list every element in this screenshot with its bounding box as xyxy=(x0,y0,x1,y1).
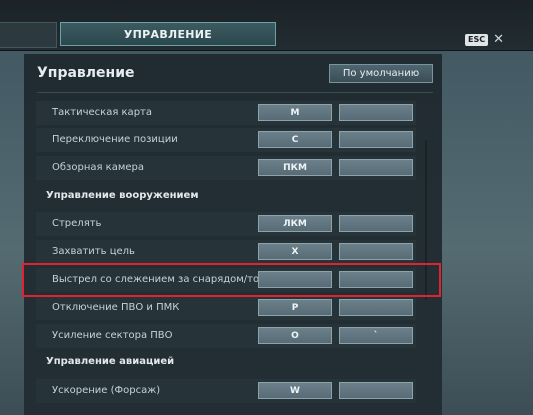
secondary-key-button[interactable] xyxy=(339,159,413,176)
section-header-aviation: Управление авиацией xyxy=(46,356,175,367)
primary-key-button[interactable]: X xyxy=(258,243,332,260)
tab-controls[interactable]: УПРАВЛЕНИЕ xyxy=(60,22,276,46)
secondary-key-button[interactable] xyxy=(339,382,413,399)
keybind-row-aa-sector: Усиление сектора ПВО O ` xyxy=(36,324,416,348)
row-label: Отключение ПВО и ПМК xyxy=(52,302,180,313)
divider xyxy=(37,92,433,93)
primary-key-button[interactable]: ЛКМ xyxy=(258,215,332,232)
secondary-key-button[interactable] xyxy=(339,299,413,316)
row-label: Тактическая карта xyxy=(52,107,152,118)
row-label: Захватить цель xyxy=(52,246,135,257)
esc-key-badge: ESC xyxy=(465,34,489,46)
close-icon[interactable]: ✕ xyxy=(493,33,504,46)
keybind-row-boost: Ускорение (Форсаж) W xyxy=(36,379,416,403)
secondary-key-button[interactable] xyxy=(339,104,413,121)
keybind-row-switch-position: Переключение позиции C xyxy=(36,128,416,152)
reset-defaults-button[interactable]: По умолчанию xyxy=(329,64,433,83)
close-control[interactable]: ESC ✕ xyxy=(465,33,504,46)
keybind-row-disable-aa: Отключение ПВО и ПМК P xyxy=(36,296,416,320)
primary-key-button[interactable] xyxy=(258,271,332,288)
row-label: Стрелять xyxy=(52,218,102,229)
keybind-row-fire: Стрелять ЛКМ xyxy=(36,212,416,236)
secondary-key-button[interactable] xyxy=(339,215,413,232)
row-label: Обзорная камера xyxy=(52,162,145,173)
secondary-key-button[interactable] xyxy=(339,131,413,148)
tab-previous[interactable] xyxy=(0,22,57,48)
row-label: Переключение позиции xyxy=(52,134,178,145)
keybind-row-overview-camera: Обзорная камера ПКМ xyxy=(36,156,416,180)
keybind-row-lock-target: Захватить цель X xyxy=(36,240,416,264)
panel-title: Управление xyxy=(37,65,135,81)
keybind-row-shell-tracking: Выстрел со слежением за снарядом/торпедо… xyxy=(36,268,416,292)
primary-key-button[interactable]: ПКМ xyxy=(258,159,332,176)
row-label: Усиление сектора ПВО xyxy=(52,330,173,341)
secondary-key-button[interactable] xyxy=(339,243,413,260)
secondary-key-button[interactable] xyxy=(339,271,413,288)
primary-key-button[interactable]: W xyxy=(258,382,332,399)
scrollbar[interactable] xyxy=(425,140,427,300)
primary-key-button[interactable]: O xyxy=(258,327,332,344)
primary-key-button[interactable]: C xyxy=(258,131,332,148)
secondary-key-button[interactable]: ` xyxy=(339,327,413,344)
section-header-armament: Управление вооружением xyxy=(46,190,199,201)
primary-key-button[interactable]: M xyxy=(258,104,332,121)
row-label: Ускорение (Форсаж) xyxy=(52,385,161,396)
primary-key-button[interactable]: P xyxy=(258,299,332,316)
keybind-row-tactical-map: Тактическая карта M xyxy=(36,101,416,125)
